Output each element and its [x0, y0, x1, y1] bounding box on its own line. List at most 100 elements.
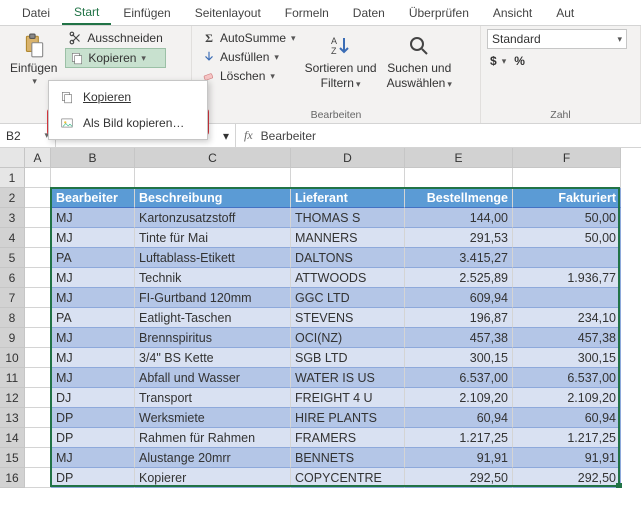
cell[interactable]: Luftablass-Etikett — [135, 248, 291, 268]
cell[interactable]: 1.217,25 — [405, 428, 513, 448]
cell[interactable]: 1.217,25 — [513, 428, 621, 448]
cell[interactable]: DP — [51, 428, 135, 448]
cell[interactable]: MJ — [51, 288, 135, 308]
cell[interactable]: Technik — [135, 268, 291, 288]
cell[interactable]: 6.537,00 — [405, 368, 513, 388]
cell[interactable]: Brennspiritus — [135, 328, 291, 348]
ribbon-tab-aut[interactable]: Aut — [544, 1, 586, 24]
row-header-7[interactable]: 7 — [0, 288, 25, 308]
ribbon-tab-einfügen[interactable]: Einfügen — [111, 1, 182, 24]
cell[interactable] — [25, 448, 51, 468]
cell[interactable]: 292,50 — [513, 468, 621, 488]
cell[interactable]: DJ — [51, 388, 135, 408]
cell[interactable]: Bestellmenge — [405, 188, 513, 208]
cell[interactable]: 291,53 — [405, 228, 513, 248]
cell[interactable]: 300,15 — [405, 348, 513, 368]
cell[interactable]: Transport — [135, 388, 291, 408]
cell[interactable] — [25, 248, 51, 268]
cell[interactable]: SGB LTD — [291, 348, 405, 368]
cell[interactable]: MJ — [51, 348, 135, 368]
cell[interactable]: 6.537,00 — [513, 368, 621, 388]
cell[interactable]: 3.415,27 — [405, 248, 513, 268]
cell[interactable]: 1.936,77 — [513, 268, 621, 288]
dropdown-copy[interactable]: Kopieren — [49, 84, 207, 110]
formula-bar[interactable]: Bearbeiter — [253, 129, 641, 143]
cell[interactable]: THOMAS S — [291, 208, 405, 228]
cell[interactable]: Alustange 20mrr — [135, 448, 291, 468]
col-header-B[interactable]: B — [51, 148, 135, 168]
currency-button[interactable]: $ ▾ — [487, 53, 509, 69]
ribbon-tab-überprüfen[interactable]: Überprüfen — [397, 1, 481, 24]
cell[interactable]: Kartonzusatzstoff — [135, 208, 291, 228]
row-header-9[interactable]: 9 — [0, 328, 25, 348]
ribbon-tab-start[interactable]: Start — [62, 0, 111, 25]
row-header-14[interactable]: 14 — [0, 428, 25, 448]
cell[interactable]: 292,50 — [405, 468, 513, 488]
cell[interactable] — [25, 188, 51, 208]
row-header-4[interactable]: 4 — [0, 228, 25, 248]
cell[interactable] — [513, 248, 621, 268]
col-header-A[interactable]: A — [25, 148, 51, 168]
ribbon-tab-daten[interactable]: Daten — [341, 1, 397, 24]
cell[interactable]: MJ — [51, 448, 135, 468]
row-header-2[interactable]: 2 — [0, 188, 25, 208]
cell[interactable]: 457,38 — [513, 328, 621, 348]
cell[interactable]: Rahmen für Rahmen — [135, 428, 291, 448]
dropdown-copy-as-picture[interactable]: Als Bild kopieren… — [49, 110, 207, 136]
cell[interactable]: PA — [51, 308, 135, 328]
find-select-button[interactable]: Suchen und Auswählen▾ — [383, 29, 456, 93]
cut-button[interactable]: Ausschneiden — [65, 29, 165, 47]
row-header-12[interactable]: 12 — [0, 388, 25, 408]
cell[interactable]: FREIGHT 4 U — [291, 388, 405, 408]
cell[interactable]: Abfall und Wasser — [135, 368, 291, 388]
cell[interactable]: 50,00 — [513, 208, 621, 228]
cell[interactable]: Fakturiert — [513, 188, 621, 208]
cell[interactable] — [291, 168, 405, 188]
cell[interactable]: Lieferant — [291, 188, 405, 208]
cell[interactable] — [25, 208, 51, 228]
cell[interactable]: MJ — [51, 208, 135, 228]
cell[interactable]: Beschreibung — [135, 188, 291, 208]
cell[interactable]: Werksmiete — [135, 408, 291, 428]
cell[interactable] — [25, 168, 51, 188]
cell[interactable] — [25, 268, 51, 288]
cell[interactable] — [25, 308, 51, 328]
autosum-button[interactable]: Σ AutoSumme ▾ — [198, 29, 299, 47]
cell[interactable] — [25, 228, 51, 248]
cell[interactable]: 50,00 — [513, 228, 621, 248]
cell[interactable] — [25, 388, 51, 408]
cell[interactable]: FRAMERS — [291, 428, 405, 448]
row-header-10[interactable]: 10 — [0, 348, 25, 368]
cell[interactable]: OCI(NZ) — [291, 328, 405, 348]
cell[interactable] — [25, 428, 51, 448]
cell[interactable]: 91,91 — [405, 448, 513, 468]
row-header-5[interactable]: 5 — [0, 248, 25, 268]
cell[interactable] — [25, 328, 51, 348]
cell[interactable]: Kopierer — [135, 468, 291, 488]
cell[interactable]: MJ — [51, 368, 135, 388]
col-header-E[interactable]: E — [405, 148, 513, 168]
cell[interactable] — [25, 348, 51, 368]
cell[interactable]: MJ — [51, 228, 135, 248]
fill-button[interactable]: Ausfüllen ▾ — [198, 48, 299, 66]
cell[interactable]: Bearbeiter — [51, 188, 135, 208]
cell[interactable]: STEVENS — [291, 308, 405, 328]
cell[interactable]: 457,38 — [405, 328, 513, 348]
sort-filter-button[interactable]: AZ Sortieren und Filtern▾ — [301, 29, 381, 93]
cell[interactable]: DP — [51, 408, 135, 428]
row-header-1[interactable]: 1 — [0, 168, 25, 188]
cell[interactable]: 300,15 — [513, 348, 621, 368]
cell[interactable]: Tinte für Mai — [135, 228, 291, 248]
row-header-8[interactable]: 8 — [0, 308, 25, 328]
cell[interactable]: BENNETS — [291, 448, 405, 468]
cell[interactable] — [405, 168, 513, 188]
cell[interactable] — [135, 168, 291, 188]
cell[interactable]: 234,10 — [513, 308, 621, 328]
row-header-15[interactable]: 15 — [0, 448, 25, 468]
cell[interactable]: PA — [51, 248, 135, 268]
cell[interactable]: GGC LTD — [291, 288, 405, 308]
row-header-16[interactable]: 16 — [0, 468, 25, 488]
cell[interactable]: MANNERS — [291, 228, 405, 248]
cell[interactable]: 196,87 — [405, 308, 513, 328]
cell[interactable]: 609,94 — [405, 288, 513, 308]
